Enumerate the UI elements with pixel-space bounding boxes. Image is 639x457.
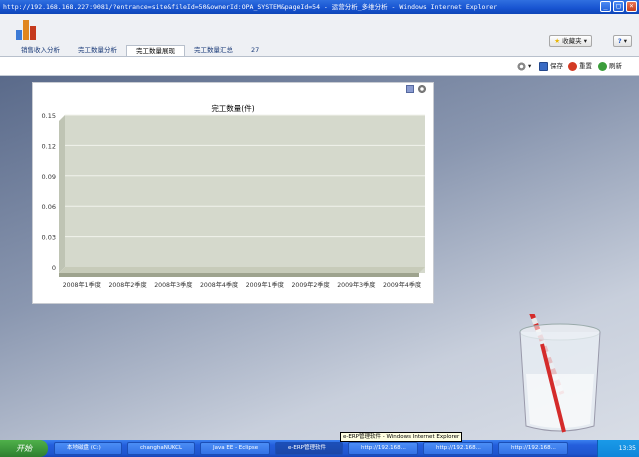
settings-dropdown[interactable]: ▾: [517, 61, 531, 71]
x-tick-label: 2009年1季度: [246, 281, 284, 289]
y-tick-label: 0.15: [42, 112, 56, 120]
maximize-button[interactable]: □: [613, 1, 624, 12]
tab-sales-revenue[interactable]: 销售收入分析: [12, 45, 69, 56]
plot-floor-edge: [59, 273, 419, 277]
tab-completion-display[interactable]: 完工数量展现: [126, 45, 185, 56]
x-tick-label: 2009年4季度: [383, 281, 421, 289]
refresh-button[interactable]: 刷新: [598, 61, 622, 71]
tab-bar: 销售收入分析 完工数量分析 完工数量展现 完工数量汇总 27: [12, 45, 268, 56]
taskbar-tooltip: e-ERP管理软件 - Windows Internet Explorer: [340, 432, 463, 442]
window-title-bar[interactable]: http://192.168.168.227:9081/?entrance=si…: [0, 0, 639, 14]
save-button[interactable]: 保存: [539, 61, 563, 71]
y-tick-label: 0.09: [42, 173, 56, 181]
plot-side-wall: [59, 115, 65, 273]
task-ie-3[interactable]: http://192.168...: [498, 442, 568, 455]
plot-background: [65, 115, 425, 273]
minimize-button[interactable]: _: [600, 1, 611, 12]
x-tick-label: 2009年2季度: [292, 281, 330, 289]
y-tick-label: 0: [52, 264, 56, 272]
clock: 13:35: [618, 445, 636, 452]
app-logo: [16, 18, 40, 40]
x-tick-label: 2008年3季度: [154, 281, 192, 289]
reset-button[interactable]: 重置: [568, 61, 592, 71]
save-icon: [539, 61, 548, 71]
refresh-icon: [598, 61, 607, 71]
x-tick-label: 2008年4季度: [200, 281, 238, 289]
task-erp[interactable]: e-ERP管理软件: [275, 442, 343, 455]
taskbar: 开始 本地磁盘 (C:) changhaNUKCL Java EE - Ecli…: [0, 440, 639, 457]
star-icon: ★: [554, 37, 561, 45]
x-tick-label: 2009年3季度: [337, 281, 375, 289]
gear-icon: [517, 61, 526, 71]
favorites-label: 收藏夹 ▾: [562, 37, 587, 45]
start-label: 开始: [16, 444, 32, 453]
start-button[interactable]: 开始: [0, 440, 48, 457]
task-ie-1[interactable]: http://192.168...: [348, 442, 418, 455]
page-toolbar: ▾ 保存 重置 刷新: [0, 56, 639, 76]
y-tick-label: 0.06: [42, 203, 56, 211]
content-area: 完工数量(件) 0 0.03 0.06 0.09 0.12 0.15 2008年1季度 200…: [0, 76, 639, 440]
tab-completion-summary[interactable]: 完工数量汇总: [185, 45, 242, 56]
chart-panel: 完工数量(件) 0 0.03 0.06 0.09 0.12 0.15 2008年1季度 200…: [32, 82, 434, 304]
window-title: http://192.168.168.227:9081/?entrance=si…: [3, 3, 498, 11]
task-eclipse[interactable]: Java EE - Eclipse: [200, 442, 270, 455]
help-button[interactable]: ? ▾: [612, 35, 632, 47]
tab-27[interactable]: 27: [242, 45, 268, 56]
task-changha[interactable]: changhaNUKCL: [127, 442, 195, 455]
plot-floor: [59, 267, 425, 273]
task-local-disk[interactable]: 本地磁盘 (C:): [54, 442, 122, 455]
reset-icon: [568, 61, 577, 71]
favorites-button[interactable]: ★ 收藏夹 ▾: [549, 35, 592, 47]
x-tick-label: 2008年1季度: [63, 281, 101, 289]
x-tick-label: 2008年2季度: [109, 281, 147, 289]
glass-with-straw-image: [519, 314, 601, 433]
app-header: ★ 收藏夹 ▾ ? ▾ 销售收入分析 完工数量分析 完工数量展现 完工数量汇总 …: [0, 14, 639, 56]
task-ie-2[interactable]: http://192.168...: [423, 442, 493, 455]
tab-completion-analysis[interactable]: 完工数量分析: [69, 45, 126, 56]
close-button[interactable]: ×: [626, 1, 637, 12]
window-controls: _ □ ×: [600, 1, 637, 12]
y-tick-label: 0.03: [42, 234, 56, 242]
system-tray: 13:35: [597, 440, 639, 457]
y-tick-label: 0.12: [42, 142, 56, 150]
help-icon: ?: [617, 37, 622, 45]
completion-chart: 0 0.03 0.06 0.09 0.12 0.15 2008年1季度 2008年2季度 200…: [42, 112, 425, 289]
